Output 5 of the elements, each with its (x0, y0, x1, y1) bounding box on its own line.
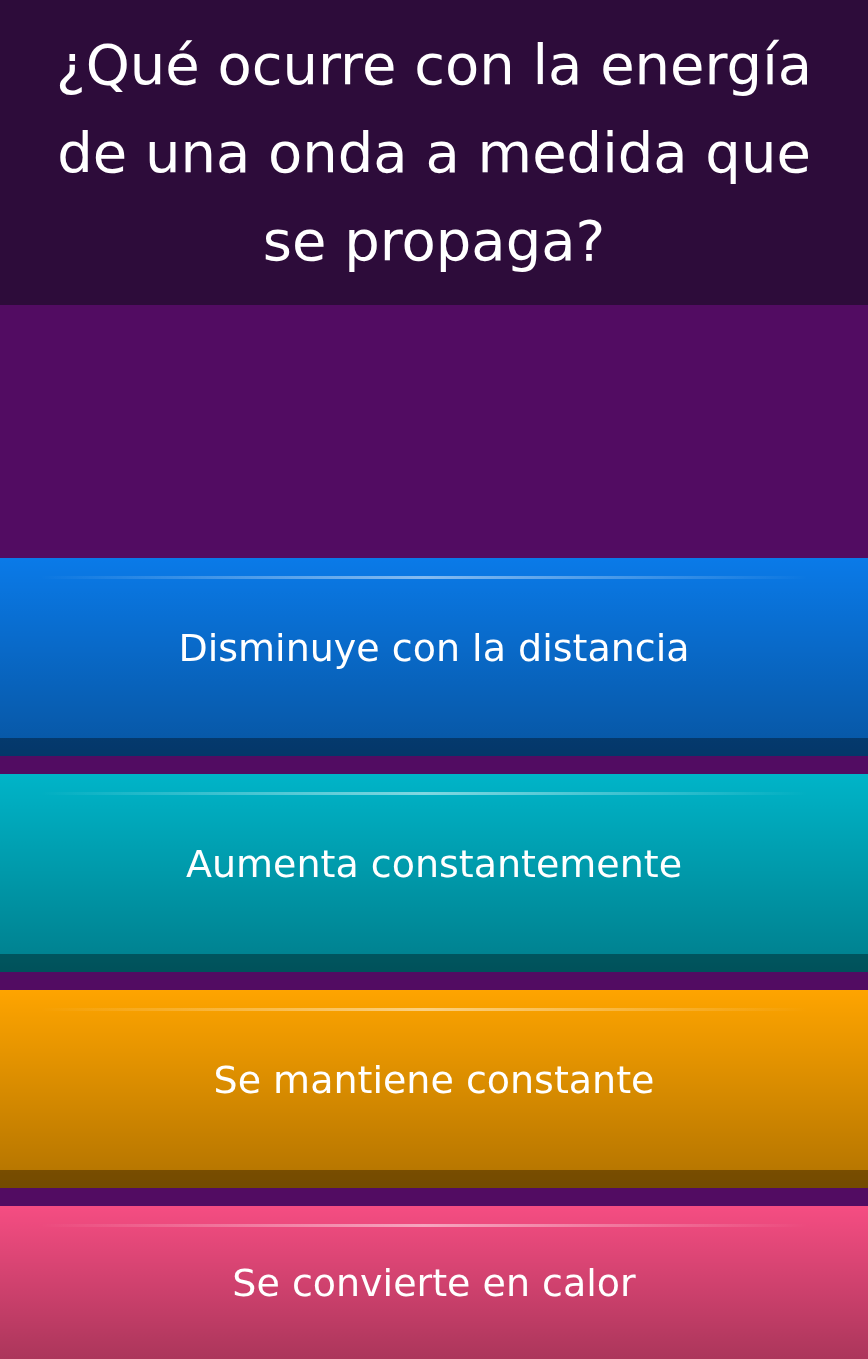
answer-button[interactable]: Disminuye con la distancia (0, 558, 868, 756)
answer-button[interactable]: Se convierte en calor (0, 1206, 868, 1359)
answer-button[interactable]: Se mantiene constante (0, 990, 868, 1188)
answer-button[interactable]: Aumenta constantemente (0, 774, 868, 972)
question-text: ¿Qué ocurre con la energía de una onda a medida que se propaga? (54, 30, 814, 275)
